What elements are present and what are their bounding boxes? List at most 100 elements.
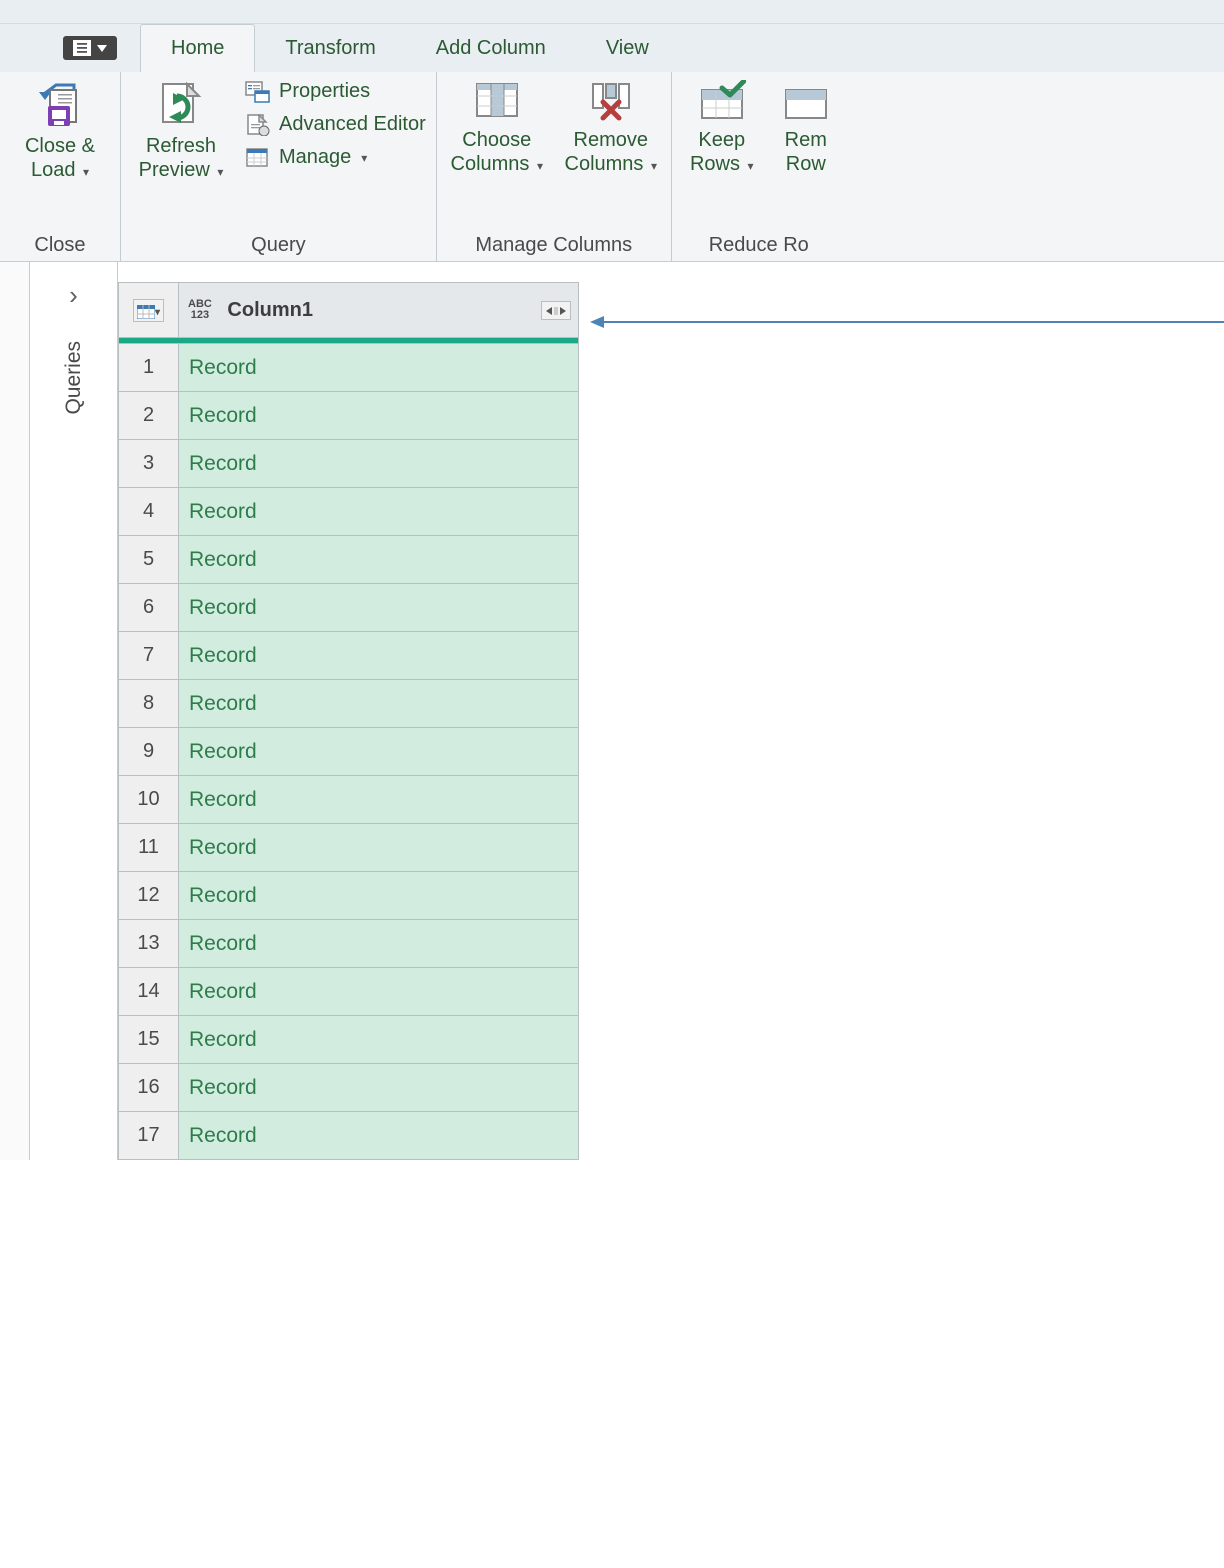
ribbon-group-reduce-rows-label: Reduce Ro	[682, 230, 836, 257]
expand-column-icon[interactable]	[541, 301, 571, 320]
table-menu-icon[interactable]: ▾	[133, 299, 164, 321]
row-number[interactable]: 17	[119, 1112, 179, 1160]
manage-button[interactable]: Manage ▾	[245, 146, 426, 169]
annotation-arrow-line	[604, 321, 1224, 323]
choose-columns-icon	[473, 80, 521, 122]
cell-value[interactable]: Record	[179, 1112, 579, 1160]
row-number[interactable]: 6	[119, 584, 179, 632]
row-number[interactable]: 14	[119, 968, 179, 1016]
refresh-icon	[157, 80, 205, 128]
row-number[interactable]: 5	[119, 536, 179, 584]
cell-value[interactable]: Record	[179, 584, 579, 632]
column-header-label: Column1	[227, 299, 313, 321]
table-row[interactable]: 1Record	[119, 344, 579, 392]
table-row[interactable]: 13Record	[119, 920, 579, 968]
row-number[interactable]: 9	[119, 728, 179, 776]
remove-columns-button[interactable]: Remove Columns ▾	[561, 80, 661, 176]
row-number[interactable]: 13	[119, 920, 179, 968]
window-titlebar	[0, 0, 1224, 24]
cell-value[interactable]: Record	[179, 728, 579, 776]
properties-button[interactable]: Properties	[245, 80, 426, 103]
remove-columns-icon	[587, 80, 635, 122]
tab-view[interactable]: View	[576, 24, 679, 72]
remove-rows-button[interactable]: Rem Row	[776, 80, 836, 176]
cell-value[interactable]: Record	[179, 392, 579, 440]
refresh-preview-button[interactable]: Refresh Preview ▾	[131, 80, 231, 182]
data-preview-grid: ▾ ABC123 Column1	[118, 262, 579, 1160]
ribbon-group-manage-columns: Choose Columns ▾ Remove Columns ▾ Manage…	[437, 72, 672, 261]
cell-value[interactable]: Record	[179, 440, 579, 488]
table-row[interactable]: 17Record	[119, 1112, 579, 1160]
cell-value[interactable]: Record	[179, 872, 579, 920]
properties-icon	[245, 81, 271, 103]
cell-value[interactable]: Record	[179, 968, 579, 1016]
ribbon-group-query-label: Query	[131, 230, 426, 257]
queries-pane-label: Queries	[62, 341, 86, 415]
type-any-icon[interactable]: ABC123	[188, 299, 212, 321]
row-number[interactable]: 16	[119, 1064, 179, 1112]
table-row[interactable]: 10Record	[119, 776, 579, 824]
table-row[interactable]: 8Record	[119, 680, 579, 728]
advanced-editor-icon	[245, 114, 271, 136]
column-header-column1[interactable]: ABC123 Column1	[179, 283, 579, 338]
remove-rows-icon	[782, 80, 830, 122]
tab-transform[interactable]: Transform	[255, 24, 405, 72]
cell-value[interactable]: Record	[179, 344, 579, 392]
ribbon-group-close-label: Close	[10, 230, 110, 257]
qat-document-icon	[73, 40, 91, 56]
row-number[interactable]: 8	[119, 680, 179, 728]
tab-add-column[interactable]: Add Column	[406, 24, 576, 72]
table-row[interactable]: 11Record	[119, 824, 579, 872]
queries-pane[interactable]: › Queries	[30, 262, 118, 1160]
row-number[interactable]: 11	[119, 824, 179, 872]
cell-value[interactable]: Record	[179, 488, 579, 536]
ribbon-tab-strip: Home Transform Add Column View	[0, 24, 1224, 72]
cell-value[interactable]: Record	[179, 1064, 579, 1112]
row-number[interactable]: 7	[119, 632, 179, 680]
close-load-button[interactable]: Close & Load ▾	[10, 80, 110, 182]
close-load-icon	[36, 80, 84, 128]
table-row[interactable]: 6Record	[119, 584, 579, 632]
choose-columns-button[interactable]: Choose Columns ▾	[447, 80, 547, 176]
ribbon-group-manage-columns-label: Manage Columns	[447, 230, 661, 257]
row-number[interactable]: 3	[119, 440, 179, 488]
table-row[interactable]: 5Record	[119, 536, 579, 584]
keep-rows-button[interactable]: Keep Rows ▾	[682, 80, 762, 176]
tab-home[interactable]: Home	[140, 24, 255, 72]
cell-value[interactable]: Record	[179, 536, 579, 584]
row-number[interactable]: 4	[119, 488, 179, 536]
queries-expand-chevron-icon[interactable]: ›	[69, 262, 78, 341]
content-area: › Queries ▾ ABC123 Column1	[0, 262, 1224, 1160]
row-number[interactable]: 15	[119, 1016, 179, 1064]
table-row[interactable]: 14Record	[119, 968, 579, 1016]
table-row[interactable]: 15Record	[119, 1016, 579, 1064]
cell-value[interactable]: Record	[179, 824, 579, 872]
cell-value[interactable]: Record	[179, 632, 579, 680]
table-row[interactable]: 12Record	[119, 872, 579, 920]
table-row[interactable]: 9Record	[119, 728, 579, 776]
table-row[interactable]: 16Record	[119, 1064, 579, 1112]
table-row[interactable]: 2Record	[119, 392, 579, 440]
cell-value[interactable]: Record	[179, 1016, 579, 1064]
ribbon-group-query: Refresh Preview ▾ Properties	[121, 72, 437, 261]
ribbon-group-close: Close & Load ▾ Close	[0, 72, 121, 261]
cell-value[interactable]: Record	[179, 920, 579, 968]
row-number[interactable]: 2	[119, 392, 179, 440]
annotation-arrow-head-icon	[590, 316, 604, 328]
row-number[interactable]: 1	[119, 344, 179, 392]
row-number[interactable]: 10	[119, 776, 179, 824]
manage-icon	[245, 147, 271, 169]
table-row[interactable]: 4Record	[119, 488, 579, 536]
qat-dropdown-icon	[97, 43, 107, 53]
row-number[interactable]: 12	[119, 872, 179, 920]
cell-value[interactable]: Record	[179, 680, 579, 728]
table-row[interactable]: 7Record	[119, 632, 579, 680]
left-gutter	[0, 262, 30, 1160]
advanced-editor-button[interactable]: Advanced Editor	[245, 113, 426, 136]
cell-value[interactable]: Record	[179, 776, 579, 824]
table-row[interactable]: 3Record	[119, 440, 579, 488]
table-menu-cell[interactable]: ▾	[119, 283, 179, 338]
ribbon-group-reduce-rows: Keep Rows ▾ Rem Row Reduce Ro	[672, 72, 846, 261]
quick-access-toolbar[interactable]	[40, 24, 140, 72]
ribbon: Close & Load ▾ Close Refresh Preview ▾	[0, 72, 1224, 262]
